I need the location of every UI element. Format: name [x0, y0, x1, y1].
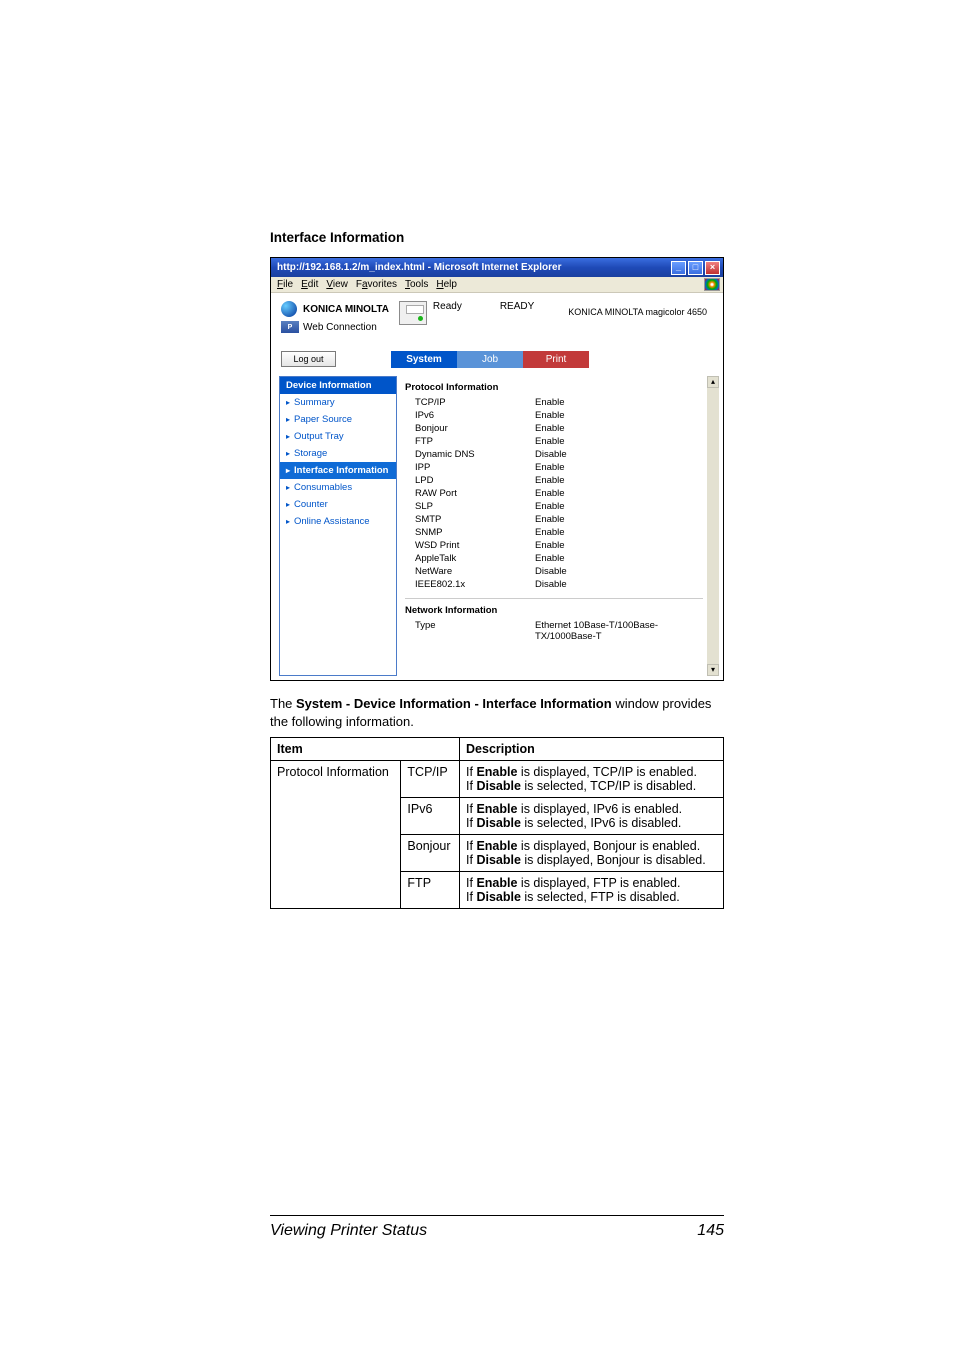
model-label: KONICA MINOLTA magicolor 4650: [568, 307, 707, 317]
page-footer: Viewing Printer Status 145: [270, 1215, 724, 1240]
sidebar: Device Information ▸Summary ▸Paper Sourc…: [279, 376, 397, 676]
printer-icon: [399, 301, 427, 325]
protocol-row: BonjourEnable: [405, 423, 703, 434]
ie-window: http://192.168.1.2/m_index.html - Micros…: [270, 257, 724, 681]
info-table: Item Description Protocol Information TC…: [270, 737, 724, 909]
network-heading: Network Information: [405, 605, 703, 616]
protocol-row: Dynamic DNSDisable: [405, 449, 703, 460]
footer-page-num: 145: [697, 1222, 724, 1240]
protocol-row: IEEE802.1xDisable: [405, 579, 703, 590]
scroll-down-icon[interactable]: ▾: [707, 664, 719, 676]
maximize-button[interactable]: □: [688, 261, 703, 275]
logout-button[interactable]: Log out: [281, 351, 336, 367]
ie-titlebar: http://192.168.1.2/m_index.html - Micros…: [271, 258, 723, 277]
menu-tools[interactable]: Tools: [405, 279, 428, 290]
protocol-row: SMTPEnable: [405, 514, 703, 525]
protocol-row: RAW PortEnable: [405, 488, 703, 499]
ie-logo-icon: [704, 278, 720, 291]
window-title: http://192.168.1.2/m_index.html - Micros…: [277, 262, 562, 273]
protocol-row: WSD PrintEnable: [405, 540, 703, 551]
protocol-row: AppleTalkEnable: [405, 553, 703, 564]
sidebar-heading: Device Information: [280, 377, 396, 394]
globe-icon: [281, 301, 297, 317]
status-label: Ready: [433, 301, 462, 312]
sidebar-item-paper-source[interactable]: ▸Paper Source: [280, 411, 396, 428]
brand-block: KONICA MINOLTA P Web Connection: [281, 301, 389, 333]
tab-job[interactable]: Job: [457, 351, 523, 368]
sidebar-item-output-tray[interactable]: ▸Output Tray: [280, 428, 396, 445]
sidebar-item-counter[interactable]: ▸Counter: [280, 496, 396, 513]
pagescope-icon: P: [281, 321, 299, 333]
tab-print[interactable]: Print: [523, 351, 589, 368]
protocol-row: LPDEnable: [405, 475, 703, 486]
table-header-desc: Description: [460, 738, 724, 761]
tab-system[interactable]: System: [391, 351, 457, 368]
table-header-item: Item: [271, 738, 460, 761]
protocol-row: IPv6Enable: [405, 410, 703, 421]
footer-left: Viewing Printer Status: [270, 1222, 427, 1240]
table-row: Protocol Information TCP/IP If Enable is…: [271, 761, 724, 798]
description-paragraph: The System - Device Information - Interf…: [270, 695, 722, 731]
network-row: TypeEthernet 10Base-T/100Base-TX/1000Bas…: [405, 620, 703, 642]
sidebar-item-interface-information[interactable]: ▸Interface Information: [280, 462, 396, 479]
minimize-button[interactable]: _: [671, 261, 686, 275]
menu-file[interactable]: File: [277, 279, 293, 290]
protocol-row: FTPEnable: [405, 436, 703, 447]
menu-edit[interactable]: Edit: [301, 279, 318, 290]
protocol-row: IPPEnable: [405, 462, 703, 473]
brand-sub: Web Connection: [303, 322, 377, 333]
content-pane: Protocol Information TCP/IPEnable IPv6Ena…: [405, 376, 703, 676]
sidebar-item-consumables[interactable]: ▸Consumables: [280, 479, 396, 496]
sidebar-item-summary[interactable]: ▸Summary: [280, 394, 396, 411]
section-title: Interface Information: [270, 230, 722, 245]
menu-favorites[interactable]: Favorites: [356, 279, 397, 290]
scroll-up-icon[interactable]: ▴: [707, 376, 719, 388]
close-button[interactable]: ×: [705, 261, 720, 275]
protocol-row: NetWareDisable: [405, 566, 703, 577]
ie-menubar: File Edit View Favorites Tools Help: [271, 277, 723, 293]
protocol-row: SLPEnable: [405, 501, 703, 512]
protocol-row: SNMPEnable: [405, 527, 703, 538]
tab-bar: System Job Print: [391, 351, 719, 368]
sidebar-item-storage[interactable]: ▸Storage: [280, 445, 396, 462]
brand-name: KONICA MINOLTA: [303, 304, 389, 315]
status-sub: READY: [500, 301, 534, 312]
protocol-heading: Protocol Information: [405, 382, 703, 393]
menu-view[interactable]: View: [326, 279, 348, 290]
table-rowspan-label: Protocol Information: [271, 761, 401, 909]
sidebar-item-online-assistance[interactable]: ▸Online Assistance: [280, 513, 396, 530]
menu-help[interactable]: Help: [436, 279, 457, 290]
protocol-row: TCP/IPEnable: [405, 397, 703, 408]
